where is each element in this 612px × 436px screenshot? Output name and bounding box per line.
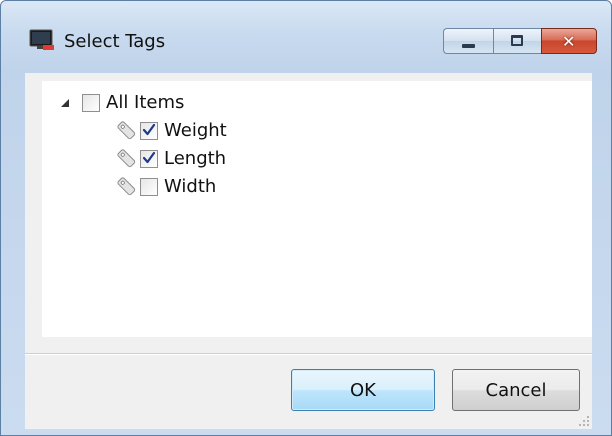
- minimize-icon: [462, 44, 475, 48]
- length-checkbox[interactable]: [140, 150, 158, 168]
- length-label: Length: [164, 148, 227, 169]
- width-label: Width: [164, 176, 217, 197]
- close-button[interactable]: ✕: [541, 28, 597, 54]
- tag-icon: [117, 177, 136, 196]
- maximize-button[interactable]: [493, 28, 541, 54]
- maximize-icon: [511, 35, 523, 46]
- dialog-client-area: All Items Weight Length Width OK Cancel: [25, 73, 592, 429]
- tree-item-length[interactable]: Length: [116, 145, 226, 173]
- tree-item-weight[interactable]: Weight: [116, 117, 227, 145]
- weight-checkbox[interactable]: [140, 122, 158, 140]
- all-items-checkbox[interactable]: [82, 94, 100, 112]
- tree-item-width[interactable]: Width: [116, 173, 216, 201]
- weight-label: Weight: [164, 120, 227, 141]
- cancel-button[interactable]: Cancel: [452, 369, 580, 411]
- dialog-window: Select Tags ✕ All Items Weight Length Wi…: [0, 0, 612, 436]
- window-title: Select Tags: [64, 31, 166, 52]
- app-monitor-icon: [29, 29, 54, 50]
- tag-icon: [117, 121, 136, 140]
- tree-root-item[interactable]: All Items: [58, 89, 184, 117]
- title-bar[interactable]: Select Tags ✕: [1, 1, 611, 73]
- expander-triangle-icon[interactable]: [58, 96, 72, 110]
- width-checkbox[interactable]: [140, 178, 158, 196]
- tag-icon: [117, 149, 136, 168]
- close-icon: ✕: [562, 32, 576, 51]
- window-controls: ✕: [443, 28, 597, 54]
- ok-button[interactable]: OK: [291, 369, 435, 411]
- resize-grip-icon[interactable]: [578, 415, 590, 427]
- tag-tree[interactable]: All Items Weight Length Width: [42, 81, 592, 337]
- all-items-label: All Items: [106, 92, 185, 113]
- minimize-button[interactable]: [443, 28, 493, 54]
- footer-divider-highlight: [25, 354, 592, 355]
